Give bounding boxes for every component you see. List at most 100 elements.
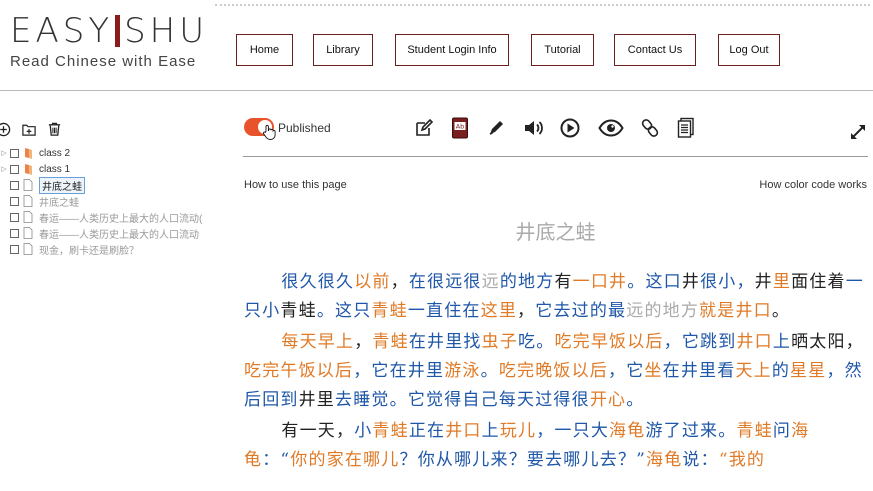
nav-logout-button[interactable]: Log Out: [718, 34, 780, 66]
word-segment[interactable]: 井里: [299, 390, 335, 410]
word-segment[interactable]: 井口: [736, 332, 772, 352]
word-segment[interactable]: 这里: [481, 301, 517, 321]
word-segment[interactable]: 一直住在: [408, 301, 481, 321]
word-segment[interactable]: 里: [773, 272, 791, 292]
nav-contact-button[interactable]: Contact Us: [614, 34, 696, 66]
word-segment[interactable]: 就是井口: [699, 301, 772, 321]
word-segment[interactable]: 玩儿: [500, 421, 536, 441]
color-code-link[interactable]: How color code works: [759, 179, 867, 191]
play-icon[interactable]: [558, 116, 582, 140]
expand-arrow-icon[interactable]: ▷: [0, 165, 8, 173]
word-segment[interactable]: 在井里找: [409, 332, 482, 352]
view-icon[interactable]: [597, 116, 625, 140]
word-segment[interactable]: ，: [391, 272, 409, 292]
tree-checkbox[interactable]: [10, 180, 19, 190]
dictionary-icon[interactable]: Ab: [448, 116, 472, 140]
new-folder-icon[interactable]: [21, 122, 37, 137]
word-segment[interactable]: 井: [755, 272, 773, 292]
word-segment[interactable]: 以前: [354, 272, 390, 292]
pen-icon[interactable]: [484, 116, 508, 140]
word-segment[interactable]: 的: [772, 361, 790, 381]
word-segment[interactable]: 你的家在哪儿: [290, 450, 399, 470]
how-to-use-link[interactable]: How to use this page: [244, 179, 347, 191]
word-segment[interactable]: 青蛙: [372, 332, 408, 352]
tree-checkbox[interactable]: [10, 212, 19, 222]
word-segment[interactable]: 远: [482, 272, 500, 292]
tree-checkbox[interactable]: [10, 164, 19, 174]
nav-home-button[interactable]: Home: [236, 34, 293, 66]
word-segment[interactable]: 。: [772, 301, 790, 321]
nav-library-button[interactable]: Library: [313, 34, 373, 66]
word-segment[interactable]: 很久很久: [281, 272, 354, 292]
nav-tutorial-button[interactable]: Tutorial: [531, 34, 594, 66]
word-segment[interactable]: 海龟: [646, 450, 682, 470]
word-segment[interactable]: 青蛙: [372, 421, 408, 441]
word-segment[interactable]: 吃。: [518, 332, 554, 352]
word-segment[interactable]: 有: [554, 272, 572, 292]
tree-item-document[interactable]: 春运——人类历史上最大的人口流动(: [0, 210, 202, 225]
copy-document-icon[interactable]: [674, 116, 698, 140]
word-segment[interactable]: 上: [773, 332, 791, 352]
tree-item-document[interactable]: 井底之蛙: [0, 194, 79, 209]
word-segment[interactable]: 远的地方: [626, 301, 699, 321]
word-segment[interactable]: ，它: [608, 361, 644, 381]
word-segment[interactable]: 很小，: [700, 272, 755, 292]
word-segment[interactable]: 吃完早饭以后: [554, 332, 663, 352]
word-segment[interactable]: 。这只: [317, 301, 372, 321]
word-segment[interactable]: 晒太阳，: [791, 332, 864, 352]
word-segment[interactable]: 在井里看: [663, 361, 736, 381]
word-segment[interactable]: ，一只大: [536, 421, 609, 441]
word-segment[interactable]: 吃完午饭以后: [244, 361, 353, 381]
word-segment[interactable]: 天上: [735, 361, 771, 381]
expand-arrow-icon[interactable]: ▷: [0, 149, 8, 157]
tree-checkbox[interactable]: [10, 196, 19, 206]
word-segment[interactable]: “我的: [719, 450, 765, 470]
word-segment[interactable]: 青蛙: [371, 301, 407, 321]
word-segment[interactable]: 问: [773, 421, 791, 441]
word-segment[interactable]: 面住着: [791, 272, 846, 292]
word-segment[interactable]: 一口井: [573, 272, 628, 292]
link-icon[interactable]: [638, 116, 662, 140]
published-toggle[interactable]: [244, 118, 276, 140]
word-segment[interactable]: 有一天，: [281, 421, 354, 441]
word-segment[interactable]: ，: [354, 332, 372, 352]
word-segment[interactable]: 青蛙: [280, 301, 316, 321]
word-segment[interactable]: 说：: [682, 450, 718, 470]
tree-checkbox[interactable]: [10, 148, 19, 158]
word-segment[interactable]: 在很远很: [409, 272, 482, 292]
word-segment[interactable]: ，它跳到: [664, 332, 737, 352]
word-segment[interactable]: 坐: [644, 361, 662, 381]
word-segment[interactable]: 游了过来。: [645, 421, 736, 441]
add-icon[interactable]: [0, 122, 11, 137]
expand-icon[interactable]: [846, 120, 870, 144]
word-segment[interactable]: 井: [682, 272, 700, 292]
edit-icon[interactable]: [412, 116, 436, 140]
word-segment[interactable]: 正在: [409, 421, 445, 441]
word-segment[interactable]: 。这口: [627, 272, 682, 292]
word-segment[interactable]: 虫子: [482, 332, 518, 352]
word-segment[interactable]: ：“: [262, 450, 290, 470]
word-segment[interactable]: 它去过的最: [535, 301, 626, 321]
tree-checkbox[interactable]: [10, 228, 19, 238]
word-segment[interactable]: 游泳: [444, 361, 480, 381]
word-segment[interactable]: 去睡觉。它觉得自己每天过得很: [335, 390, 590, 410]
nav-student-login-button[interactable]: Student Login Info: [395, 34, 509, 66]
word-segment[interactable]: ，: [517, 301, 535, 321]
tree-item-class-1[interactable]: ▷ class 1: [0, 162, 70, 176]
word-segment[interactable]: 海龟: [609, 421, 645, 441]
tree-item-document[interactable]: 井底之蛙: [0, 176, 85, 194]
word-segment[interactable]: ？你从哪儿来？要去哪儿去？”: [400, 450, 647, 470]
word-segment[interactable]: ，它在井里: [353, 361, 444, 381]
word-segment[interactable]: 。: [481, 361, 499, 381]
tree-item-class-2[interactable]: ▷ class 2: [0, 146, 70, 160]
word-segment[interactable]: 开心: [590, 390, 626, 410]
word-segment[interactable]: 的地方: [500, 272, 555, 292]
word-segment[interactable]: 吃完晚饭以后: [499, 361, 608, 381]
trash-icon[interactable]: [47, 121, 62, 137]
word-segment[interactable]: 。: [626, 390, 644, 410]
word-segment[interactable]: 每天早上: [281, 332, 354, 352]
brand-logo[interactable]: EASY SHU Read Chinese with Ease: [10, 12, 208, 70]
word-segment[interactable]: 小: [354, 421, 372, 441]
tree-checkbox[interactable]: [10, 244, 19, 254]
word-segment[interactable]: 上: [482, 421, 500, 441]
